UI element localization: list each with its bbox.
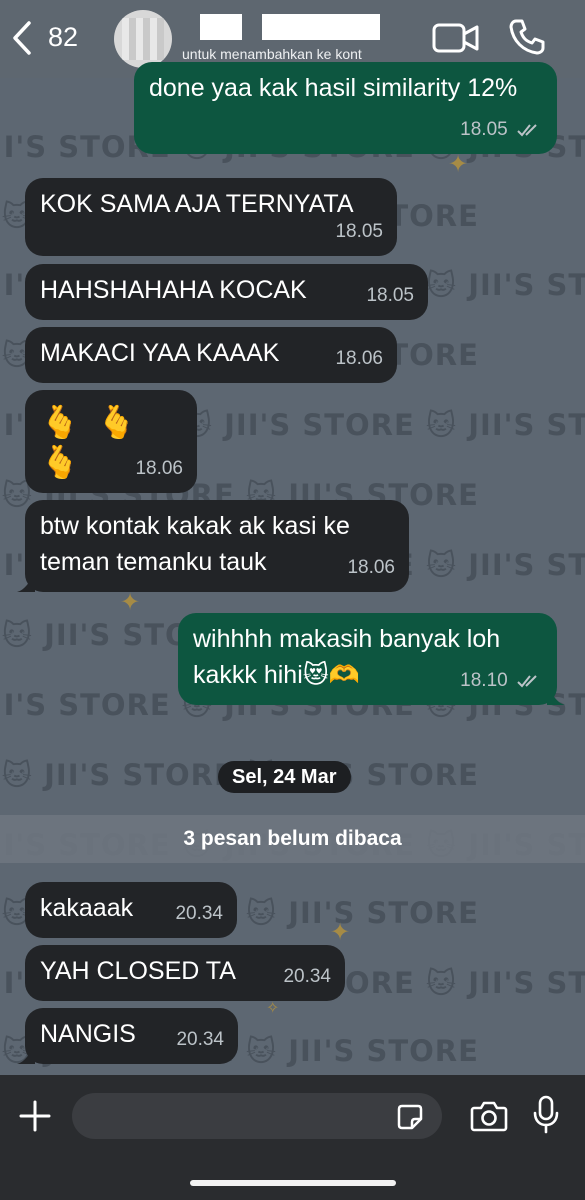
sparkle-icon: ✦: [120, 589, 141, 616]
message-bubble-incoming[interactable]: kakaaak 20.34: [25, 882, 237, 938]
message-time: 18.05: [366, 285, 414, 306]
message-bubble-incoming[interactable]: 🫰 🫰 🫰 18.06: [25, 390, 197, 493]
contact-subtitle: untuk menambahkan ke kont: [182, 46, 362, 62]
message-bubble-incoming[interactable]: NANGIS 20.34: [17, 1008, 238, 1064]
message-bubble-outgoing[interactable]: wihhhh makasih banyak loh kakkk hihi😻🫶 1…: [178, 613, 565, 705]
microphone-icon[interactable]: [532, 1095, 560, 1135]
message-time: 18.10: [460, 663, 543, 699]
unread-messages-banner: 3 pesan belum dibaca: [0, 815, 585, 863]
message-text: btw kontak kakak ak kasi ke teman temank…: [40, 512, 350, 576]
message-text: done yaa kak hasil similarity 12%: [149, 74, 518, 102]
sparkle-icon: ✧: [266, 1000, 280, 1017]
message-input[interactable]: [72, 1093, 442, 1139]
message-bubble-incoming[interactable]: KOK SAMA AJA TERNYATA 18.05: [25, 178, 397, 256]
sticker-icon[interactable]: [396, 1103, 424, 1131]
read-ticks-icon: [517, 124, 537, 137]
unread-chats-count[interactable]: 82: [48, 22, 78, 53]
message-time: 20.34: [175, 903, 223, 924]
back-chevron-icon[interactable]: [12, 20, 32, 56]
read-ticks-icon: [517, 675, 537, 688]
bubble-tail: [17, 574, 35, 592]
message-time: 20.34: [283, 966, 331, 987]
message-bubble-incoming[interactable]: MAKACI YAA KAAAK 18.06: [25, 327, 397, 383]
message-bubble-incoming[interactable]: btw kontak kakak ak kasi ke teman temank…: [17, 500, 409, 592]
message-time: 20.34: [176, 1029, 224, 1050]
message-bubble-incoming[interactable]: YAH CLOSED TA 20.34: [25, 945, 345, 1001]
message-time: 18.05: [335, 221, 383, 242]
message-text: KOK SAMA AJA TERNYATA: [40, 190, 354, 218]
message-text: MAKACI YAA KAAAK: [40, 339, 280, 367]
date-separator: Sel, 24 Mar: [218, 761, 351, 793]
camera-icon[interactable]: [470, 1099, 508, 1133]
sparkle-icon: ✦: [448, 151, 469, 178]
contact-name-redacted[interactable]: [200, 14, 410, 42]
voice-call-icon[interactable]: [508, 18, 546, 56]
home-indicator: [190, 1180, 396, 1186]
message-time: 18.05: [460, 112, 543, 148]
sparkle-icon: ✦: [330, 919, 351, 946]
plus-icon[interactable]: [18, 1099, 52, 1133]
message-bubble-incoming[interactable]: HAHSHAHAHA KOCAK 18.05: [25, 264, 428, 320]
bubble-tail: [17, 1046, 35, 1064]
message-time: 18.06: [335, 348, 383, 369]
message-text: HAHSHAHAHA KOCAK: [40, 276, 307, 304]
contact-avatar[interactable]: [114, 10, 172, 68]
video-call-icon[interactable]: [432, 22, 480, 54]
bubble-tail: [547, 687, 565, 705]
message-time: 18.06: [347, 557, 395, 578]
message-time: 18.06: [135, 458, 183, 479]
message-bubble-outgoing[interactable]: done yaa kak hasil similarity 12% 18.05: [134, 62, 557, 154]
